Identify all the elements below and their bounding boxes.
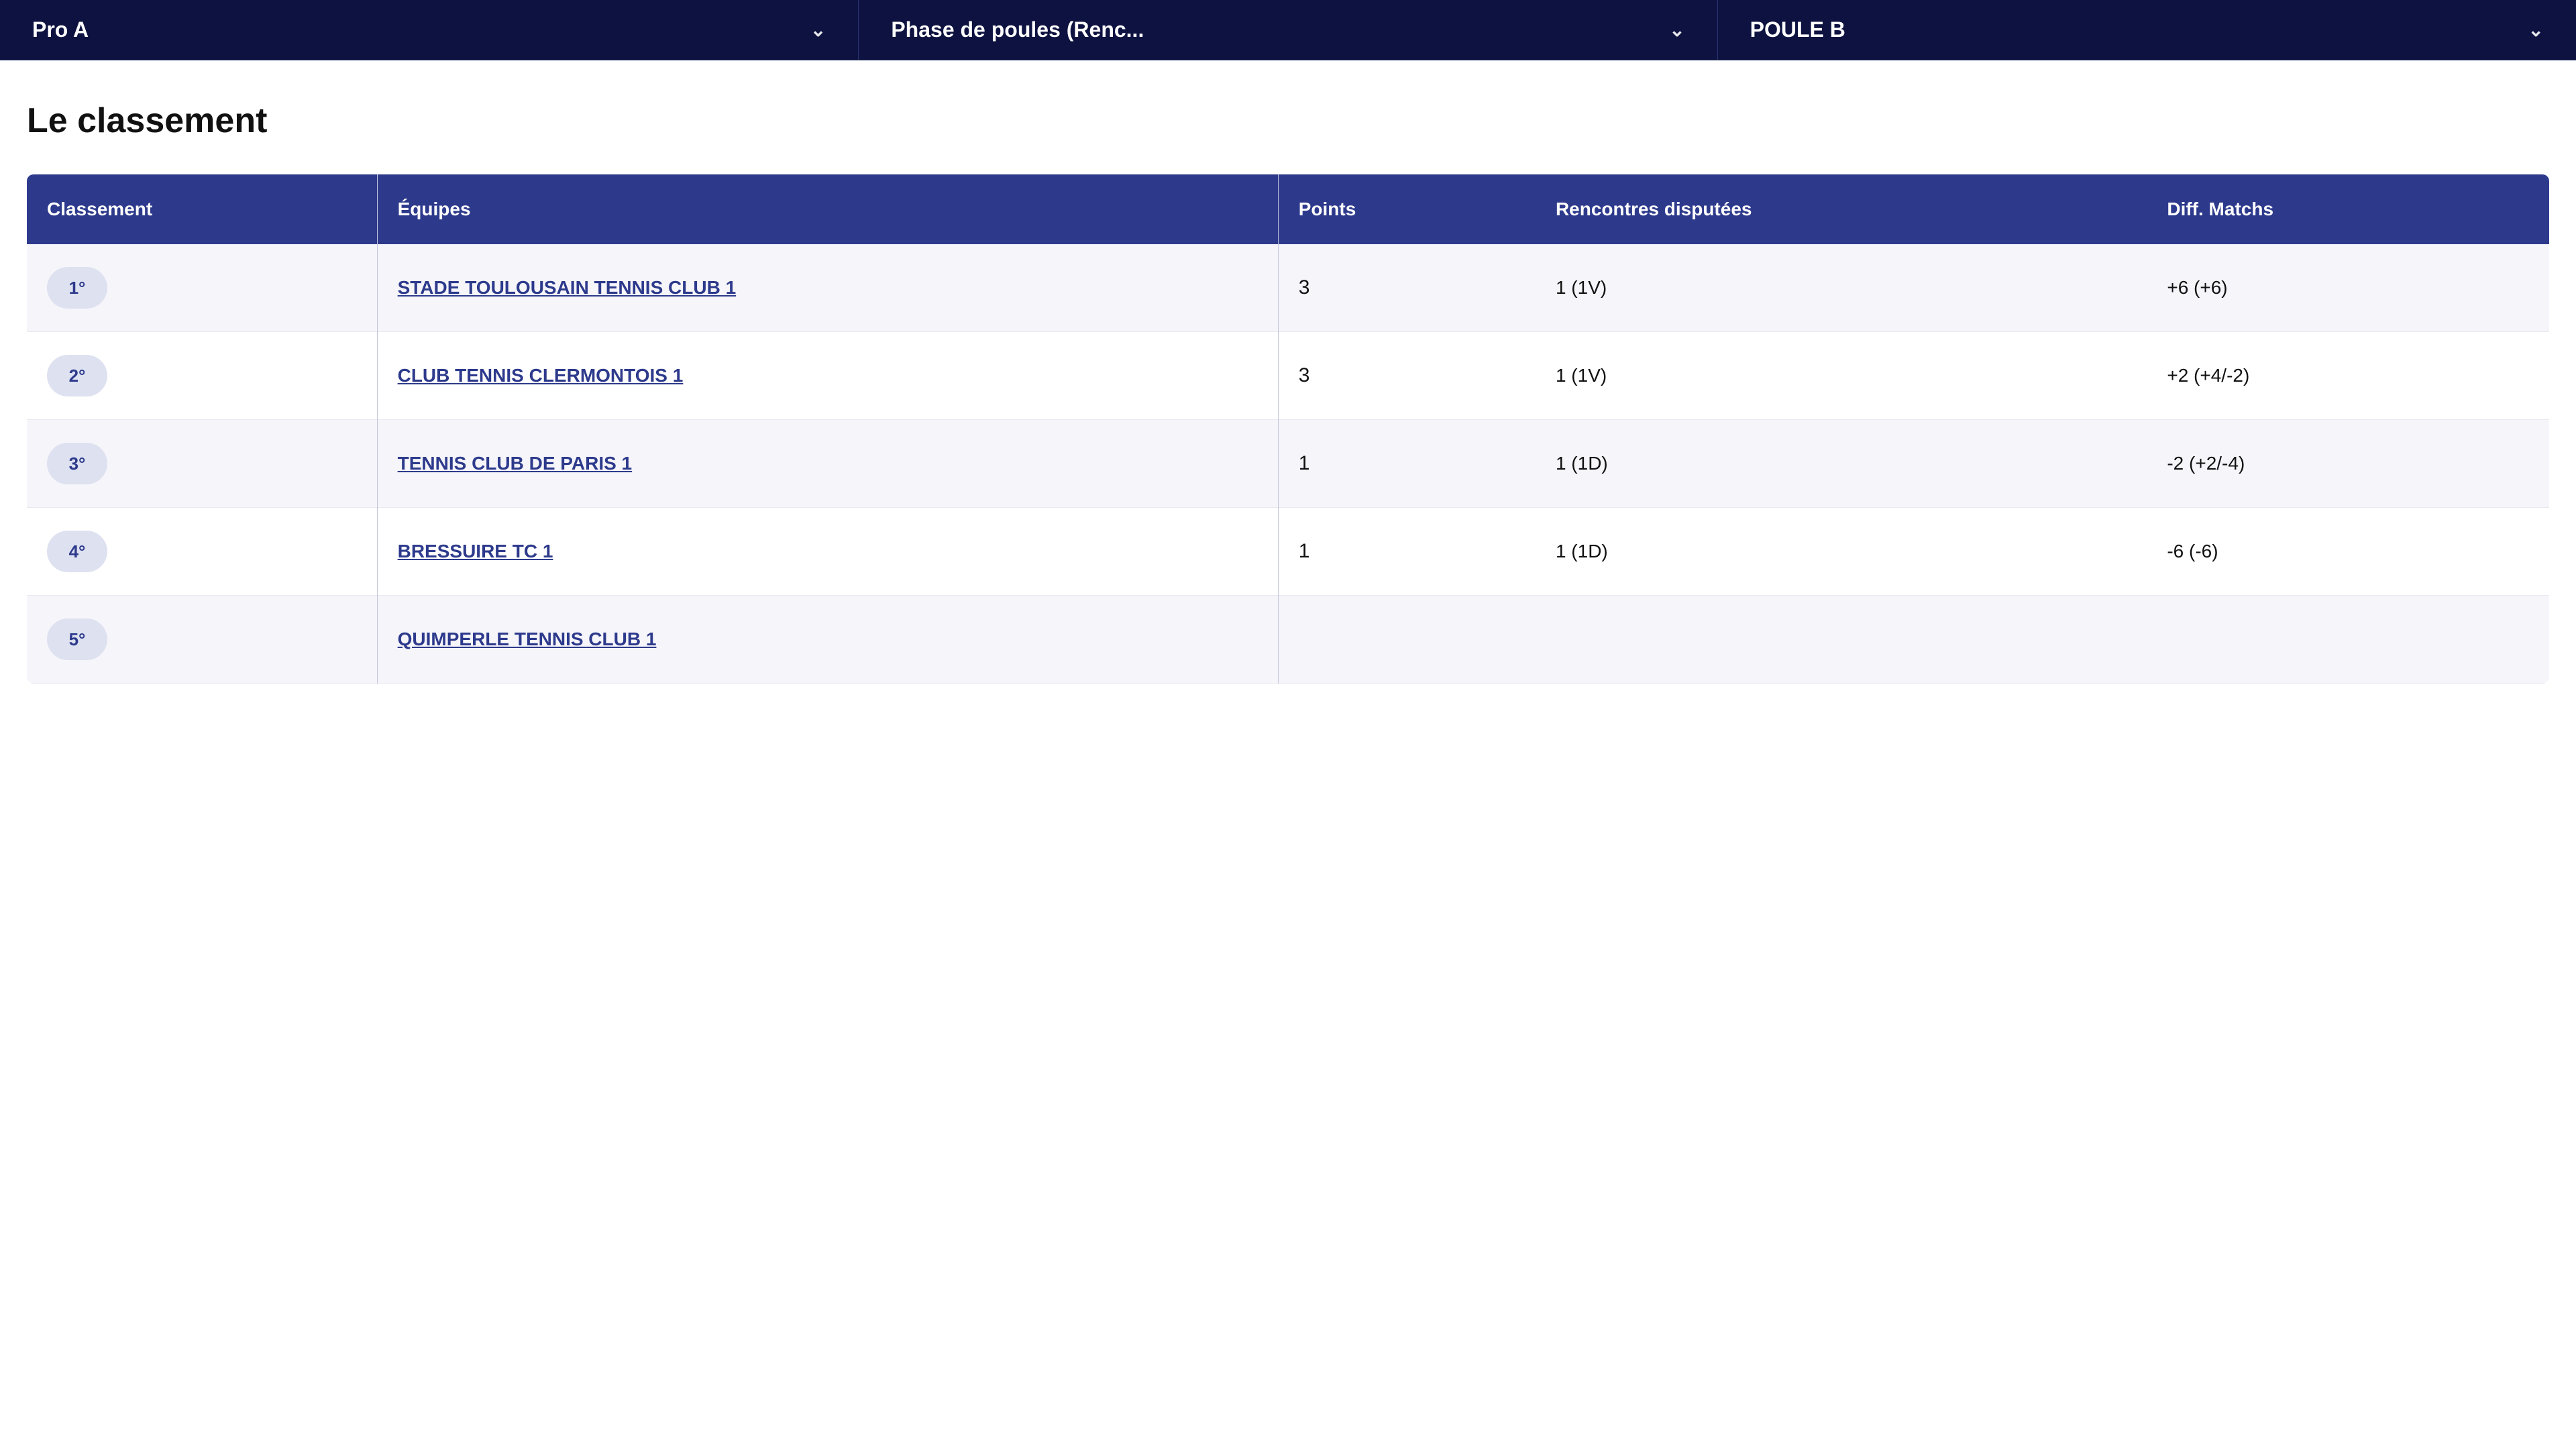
rank-cell: 1° xyxy=(27,244,377,332)
header-equipes: Équipes xyxy=(377,174,1278,244)
points-cell-3: 1 xyxy=(1278,420,1536,508)
diff-cell-4: -6 (-6) xyxy=(2147,508,2549,596)
diff-value-2: +2 (+4/-2) xyxy=(2167,365,2249,386)
rencontres-cell-5 xyxy=(1536,596,2147,684)
team-link-3[interactable]: TENNIS CLUB DE PARIS 1 xyxy=(398,453,633,474)
team-link-1[interactable]: STADE TOULOUSAIN TENNIS CLUB 1 xyxy=(398,277,737,298)
nav-label-poule-b: POULE B xyxy=(1750,17,1845,42)
diff-cell-3: -2 (+2/-4) xyxy=(2147,420,2549,508)
team-cell-5: QUIMPERLE TENNIS CLUB 1 xyxy=(377,596,1278,684)
diff-cell-1: +6 (+6) xyxy=(2147,244,2549,332)
rencontres-value-4: 1 (1D) xyxy=(1556,541,1608,561)
rank-badge-3: 3° xyxy=(47,443,107,484)
diff-value-3: -2 (+2/-4) xyxy=(2167,453,2245,474)
points-value-3: 1 xyxy=(1299,452,1310,474)
team-link-5[interactable]: QUIMPERLE TENNIS CLUB 1 xyxy=(398,629,657,649)
header-points: Points xyxy=(1278,174,1536,244)
rank-cell: 5° xyxy=(27,596,377,684)
diff-cell-2: +2 (+4/-2) xyxy=(2147,332,2549,420)
team-link-2[interactable]: CLUB TENNIS CLERMONTOIS 1 xyxy=(398,365,684,386)
rencontres-cell-2: 1 (1V) xyxy=(1536,332,2147,420)
rencontres-cell-1: 1 (1V) xyxy=(1536,244,2147,332)
table-row: 2° CLUB TENNIS CLERMONTOIS 1 3 1 (1V) +2… xyxy=(27,332,2549,420)
rank-badge-5: 5° xyxy=(47,619,107,660)
points-cell-4: 1 xyxy=(1278,508,1536,596)
diff-cell-5 xyxy=(2147,596,2549,684)
table-row: 3° TENNIS CLUB DE PARIS 1 1 1 (1D) -2 (+… xyxy=(27,420,2549,508)
nav-item-pro-a[interactable]: Pro A ⌄ xyxy=(0,0,859,60)
table-row: 1° STADE TOULOUSAIN TENNIS CLUB 1 3 1 (1… xyxy=(27,244,2549,332)
rank-badge-4: 4° xyxy=(47,531,107,572)
diff-value-1: +6 (+6) xyxy=(2167,277,2227,298)
rencontres-value-2: 1 (1V) xyxy=(1556,365,1607,386)
main-content: Le classement Classement Équipes Points … xyxy=(0,60,2576,724)
points-cell-5 xyxy=(1278,596,1536,684)
table-body: 1° STADE TOULOUSAIN TENNIS CLUB 1 3 1 (1… xyxy=(27,244,2549,684)
rank-cell: 3° xyxy=(27,420,377,508)
team-cell-2: CLUB TENNIS CLERMONTOIS 1 xyxy=(377,332,1278,420)
classement-table: Classement Équipes Points Rencontres dis… xyxy=(27,174,2549,684)
rank-badge-1: 1° xyxy=(47,267,107,309)
nav-label-phase-poules: Phase de poules (Renc... xyxy=(891,17,1144,42)
chevron-down-icon-poule-b: ⌄ xyxy=(2528,19,2544,41)
diff-value-4: -6 (-6) xyxy=(2167,541,2218,561)
points-cell-2: 3 xyxy=(1278,332,1536,420)
points-value-2: 3 xyxy=(1299,364,1310,386)
team-cell-4: BRESSUIRE TC 1 xyxy=(377,508,1278,596)
section-title: Le classement xyxy=(27,101,2549,141)
points-cell-1: 3 xyxy=(1278,244,1536,332)
rank-cell: 2° xyxy=(27,332,377,420)
chevron-down-icon-phase-poules: ⌄ xyxy=(1669,19,1684,41)
nav-item-phase-poules[interactable]: Phase de poules (Renc... ⌄ xyxy=(859,0,1717,60)
team-link-4[interactable]: BRESSUIRE TC 1 xyxy=(398,541,553,561)
rank-cell: 4° xyxy=(27,508,377,596)
header-rencontres: Rencontres disputées xyxy=(1536,174,2147,244)
header-classement: Classement xyxy=(27,174,377,244)
header-diff: Diff. Matchs xyxy=(2147,174,2549,244)
nav-bar: Pro A ⌄ Phase de poules (Renc... ⌄ POULE… xyxy=(0,0,2576,60)
rencontres-value-3: 1 (1D) xyxy=(1556,453,1608,474)
points-value-4: 1 xyxy=(1299,540,1310,562)
nav-item-poule-b[interactable]: POULE B ⌄ xyxy=(1718,0,2576,60)
rencontres-value-1: 1 (1V) xyxy=(1556,277,1607,298)
team-cell-1: STADE TOULOUSAIN TENNIS CLUB 1 xyxy=(377,244,1278,332)
points-value-1: 3 xyxy=(1299,276,1310,299)
nav-label-pro-a: Pro A xyxy=(32,17,89,42)
rencontres-cell-3: 1 (1D) xyxy=(1536,420,2147,508)
rank-badge-2: 2° xyxy=(47,355,107,396)
table-header: Classement Équipes Points Rencontres dis… xyxy=(27,174,2549,244)
team-cell-3: TENNIS CLUB DE PARIS 1 xyxy=(377,420,1278,508)
table-row: 4° BRESSUIRE TC 1 1 1 (1D) -6 (-6) xyxy=(27,508,2549,596)
rencontres-cell-4: 1 (1D) xyxy=(1536,508,2147,596)
table-row: 5° QUIMPERLE TENNIS CLUB 1 xyxy=(27,596,2549,684)
chevron-down-icon-pro-a: ⌄ xyxy=(810,19,826,41)
